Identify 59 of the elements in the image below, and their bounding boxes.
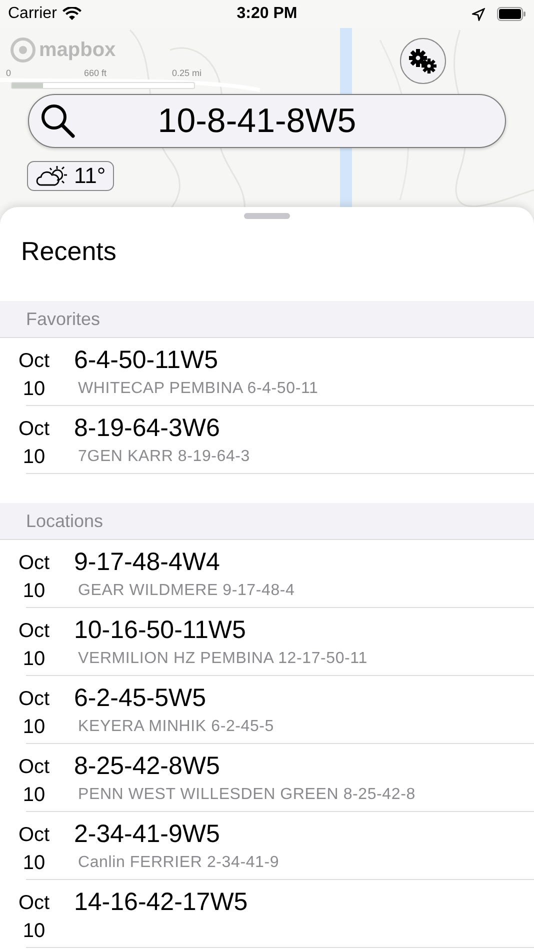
recent-row[interactable]: Oct 10 6-2-45-5W5 KEYERA MINHIK 6-2-45-5 — [0, 676, 534, 744]
location-title: 8-19-64-3W6 — [74, 413, 221, 444]
recent-row[interactable]: Oct 10 8-25-42-8W5 PENN WEST WILLESDEN GREEN 8-25-42-8 — [0, 744, 534, 812]
date-month: Oct — [18, 619, 50, 644]
location-arrow-icon — [472, 8, 485, 20]
date-day: 10 — [22, 443, 46, 471]
recent-row[interactable]: Oct 10 2-34-41-9W5 Canlin FERRIER 2-34-41-9 — [0, 812, 534, 880]
location-title: 6-2-45-5W5 — [74, 683, 207, 714]
location-subtitle: VERMILION HZ PEMBINA 12-17-50-11 — [78, 650, 368, 668]
date-month: Oct — [18, 755, 50, 780]
scale-label: 0 — [6, 68, 12, 78]
search-field[interactable]: 10-8-41-8W5 — [28, 94, 506, 148]
date-day: 10 — [22, 713, 46, 741]
battery-icon — [497, 7, 526, 21]
section-title: Favorites — [26, 308, 100, 330]
location-title: 10-16-50-11W5 — [74, 615, 247, 646]
logo-icon — [10, 37, 36, 63]
location-title: 6-4-50-11W5 — [74, 345, 220, 376]
location-title: 8-25-42-8W5 — [74, 751, 221, 782]
date-day: 10 — [22, 577, 46, 605]
location-title: 14-16-42-17W5 — [74, 887, 248, 918]
carrier-label: Carrier — [8, 5, 57, 23]
date-month: Oct — [18, 891, 50, 916]
recent-row[interactable]: Oct 10 8-19-64-3W6 7GEN KARR 8-19-64-3 — [0, 406, 534, 474]
recent-row[interactable]: Oct 10 14-16-42-17W5 — [0, 880, 534, 948]
date-month: Oct — [18, 551, 50, 576]
date-day: 10 — [22, 917, 46, 945]
recent-row[interactable]: Oct 10 10-16-50-11W5 VERMILION HZ PEMBINA 12-17-50-11 — [0, 608, 534, 676]
scale-label: 0.25 mi — [172, 68, 202, 78]
map-logo: mapbox — [39, 38, 116, 62]
location-subtitle: PENN WEST WILLESDEN GREEN 8-25-42-8 — [78, 786, 416, 804]
location-subtitle: 7GEN KARR 8-19-64-3 — [78, 448, 250, 466]
date-day: 10 — [22, 645, 46, 673]
partly-cloudy-icon — [35, 165, 69, 187]
date-month: Oct — [18, 687, 50, 712]
temperature-label: 11° — [74, 163, 106, 189]
settings-icon — [408, 48, 438, 74]
grabber-handle[interactable] — [244, 213, 290, 219]
date-day: 10 — [22, 849, 46, 877]
search-icon — [40, 103, 76, 139]
location-title: 2-34-41-9W5 — [74, 819, 221, 850]
location-subtitle: KEYERA MINHIK 6-2-45-5 — [78, 718, 274, 736]
sheet-title: Recents — [21, 235, 118, 268]
status-time: 3:20 PM — [236, 5, 298, 23]
location-title: 9-17-48-4W4 — [74, 547, 221, 578]
date-day: 10 — [22, 375, 46, 403]
date-month: Oct — [18, 349, 50, 374]
wifi-icon — [62, 7, 82, 21]
section-title: Locations — [26, 510, 104, 532]
date-month: Oct — [18, 417, 50, 442]
recent-row[interactable]: Oct 10 9-17-48-4W4 GEAR WILDMERE 9-17-48-4 — [0, 540, 534, 608]
location-subtitle: WHITECAP PEMBINA 6-4-50-11 — [78, 380, 318, 398]
date-day: 10 — [22, 781, 46, 809]
recent-row[interactable]: Oct 10 6-4-50-11W5 WHITECAP PEMBINA 6-4-50-11 — [0, 338, 534, 406]
scale-label: 660 ft — [84, 68, 107, 78]
location-subtitle: Canlin FERRIER 2-34-41-9 — [78, 854, 280, 872]
location-subtitle: GEAR WILDMERE 9-17-48-4 — [78, 582, 295, 600]
weather-badge[interactable]: 11° — [27, 161, 114, 191]
date-month: Oct — [18, 823, 50, 848]
